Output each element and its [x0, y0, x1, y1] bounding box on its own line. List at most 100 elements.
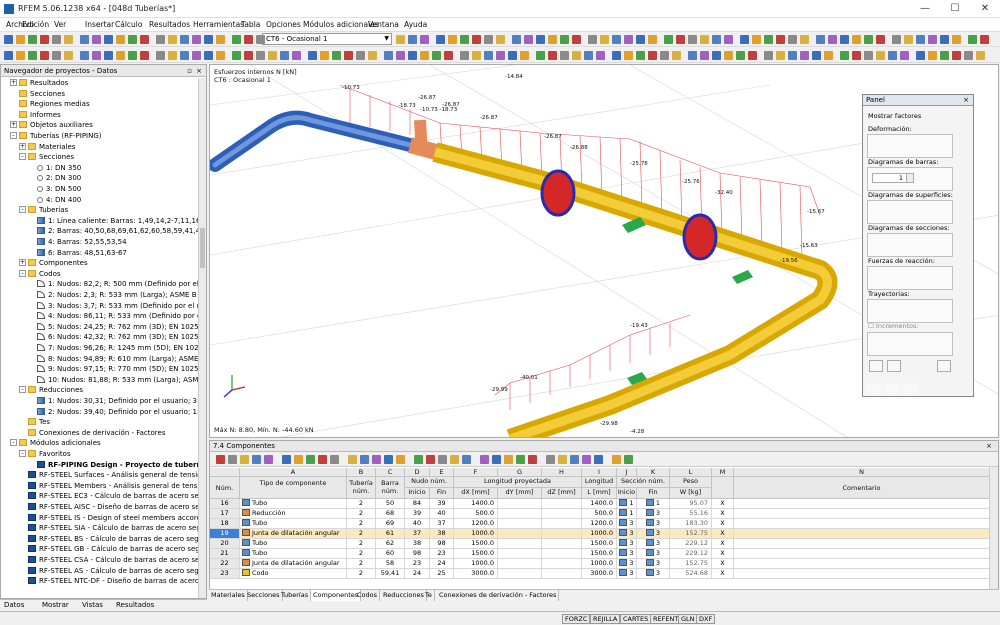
toolbar-button-icon[interactable]: [788, 51, 797, 60]
scroll-thumb[interactable]: [200, 228, 205, 268]
minimize-button[interactable]: —: [910, 0, 940, 18]
length-cell[interactable]: 1500.0: [582, 539, 617, 549]
toolbar-button-icon[interactable]: [676, 35, 685, 44]
table-scrollbar[interactable]: [989, 467, 998, 592]
toolbar-button-icon[interactable]: [776, 51, 785, 60]
component-type-cell[interactable]: Junta de dilatación angular: [240, 559, 347, 569]
toolbar-button-icon[interactable]: [572, 51, 581, 60]
table-toolbar-icon[interactable]: [396, 455, 405, 464]
toolbar-button-icon[interactable]: [4, 35, 13, 44]
section-start-cell[interactable]: 1: [617, 499, 637, 509]
collapse-icon[interactable]: -: [19, 153, 26, 161]
toolbar-button-icon[interactable]: [140, 51, 149, 60]
toolbar-button-icon[interactable]: [496, 35, 505, 44]
toolbar-button-icon[interactable]: [320, 51, 329, 60]
node-start-cell[interactable]: 38: [405, 539, 430, 549]
comment-cell[interactable]: [734, 519, 990, 529]
tree-item[interactable]: 1: Nudos: 82,2; R: 500 mm (Definido por …: [28, 279, 199, 290]
toolbar-button-icon[interactable]: [168, 35, 177, 44]
toolbar-button-icon[interactable]: [800, 35, 809, 44]
tree-item[interactable]: Regiones medias: [10, 99, 90, 110]
spinner-arrows-icon[interactable]: [906, 174, 913, 182]
toolbar-button-icon[interactable]: [736, 51, 745, 60]
tree-item[interactable]: 10: Nudos: 81,88; R: 533 mm (Larga); ASM…: [28, 375, 199, 386]
dz-cell[interactable]: [542, 549, 582, 559]
toolbar-button-icon[interactable]: [420, 35, 429, 44]
collapse-icon[interactable]: -: [10, 132, 17, 139]
navigator-tab[interactable]: Resultados: [116, 601, 154, 609]
node-end-cell[interactable]: 24: [430, 559, 454, 569]
toolbar-button-icon[interactable]: [384, 51, 393, 60]
row-number-cell[interactable]: 23: [210, 569, 240, 579]
comment-cell[interactable]: [734, 529, 990, 539]
section-end-cell[interactable]: 3: [637, 539, 670, 549]
tree-item[interactable]: - Favoritos: [19, 449, 71, 460]
toolbar-button-icon[interactable]: [460, 35, 469, 44]
comment-cell[interactable]: [734, 509, 990, 519]
toolbar-button-icon[interactable]: [520, 51, 529, 60]
row-number-cell[interactable]: 17: [210, 509, 240, 519]
dz-cell[interactable]: [542, 529, 582, 539]
dz-cell[interactable]: [542, 559, 582, 569]
toolbar-button-icon[interactable]: [800, 51, 809, 60]
member-number-cell[interactable]: 59,41: [376, 569, 405, 579]
tree-item[interactable]: - Módulos adicionales: [10, 438, 101, 449]
table-tab[interactable]: Componentes: [311, 590, 362, 601]
toolbar-button-icon[interactable]: [864, 35, 873, 44]
table-toolbar-icon[interactable]: [570, 455, 579, 464]
dy-cell[interactable]: [498, 549, 542, 559]
toolbar-button-icon[interactable]: [964, 51, 973, 60]
toolbar-button-icon[interactable]: [812, 51, 821, 60]
toolbar-button-icon[interactable]: [612, 51, 621, 60]
member-number-cell[interactable]: 62: [376, 539, 405, 549]
toolbar-button-icon[interactable]: [712, 35, 721, 44]
dx-cell[interactable]: 1000.0: [454, 529, 498, 539]
toolbar-button-icon[interactable]: [600, 35, 609, 44]
pin-icon[interactable]: ▫: [187, 65, 192, 77]
node-start-cell[interactable]: 40: [405, 519, 430, 529]
toolbar-button-icon[interactable]: [660, 51, 669, 60]
toolbar-button-icon[interactable]: [928, 51, 937, 60]
navigator-tab[interactable]: Vistas: [82, 601, 103, 609]
component-type-cell[interactable]: Codo: [240, 569, 347, 579]
section-start-cell[interactable]: 3: [617, 519, 637, 529]
toolbar-button-icon[interactable]: [244, 51, 253, 60]
collapse-icon[interactable]: -: [19, 450, 26, 457]
member-number-cell[interactable]: 68: [376, 509, 405, 519]
toolbar-button-icon[interactable]: [584, 51, 593, 60]
table-toolbar-icon[interactable]: [594, 455, 603, 464]
node-start-cell[interactable]: 98: [405, 549, 430, 559]
table-tab[interactable]: Reducciones: [381, 590, 427, 601]
toolbar-button-icon[interactable]: [624, 35, 633, 44]
dx-cell[interactable]: 1500.0: [454, 549, 498, 559]
dy-cell[interactable]: [498, 569, 542, 579]
toolbar-button-icon[interactable]: [572, 35, 581, 44]
toolbar-button-icon[interactable]: [876, 35, 885, 44]
table-toolbar-icon[interactable]: [294, 455, 303, 464]
menu-item[interactable]: Cálculo: [115, 20, 142, 29]
tree-item[interactable]: Tes: [19, 417, 50, 428]
toolbar-button-icon[interactable]: [256, 35, 265, 44]
toolbar-button-icon[interactable]: [216, 35, 225, 44]
toolbar-button-icon[interactable]: [636, 51, 645, 60]
loadcase-select[interactable]: CT6 - Ocasional 1 ▼: [262, 33, 392, 45]
toolbar-button-icon[interactable]: [752, 35, 761, 44]
toolbar-button-icon[interactable]: [484, 35, 493, 44]
toolbar-button-icon[interactable]: [764, 51, 773, 60]
component-type-cell[interactable]: Junta de dilatación angular: [240, 529, 347, 539]
toolbar-button-icon[interactable]: [648, 35, 657, 44]
menu-item[interactable]: Edición: [22, 20, 49, 29]
dy-cell[interactable]: [498, 559, 542, 569]
status-toggle-button[interactable]: FORZC: [562, 614, 591, 624]
node-end-cell[interactable]: 40: [430, 509, 454, 519]
navigator-tab[interactable]: Datos: [4, 601, 24, 609]
panel-tab-results-icon[interactable]: [867, 383, 881, 395]
length-cell[interactable]: 1200.0: [582, 519, 617, 529]
table-toolbar-icon[interactable]: [414, 455, 423, 464]
table-toolbar-icon[interactable]: [318, 455, 327, 464]
dx-cell[interactable]: 1000.0: [454, 559, 498, 569]
tree-item[interactable]: - Tuberías (RF-PIPING): [10, 131, 102, 142]
tree-item[interactable]: RF-STEEL GB - Cálculo de barras de acero…: [19, 544, 199, 555]
tree-item[interactable]: 9: Nudos: 97,15; R: 770 mm (5D); EN 1025…: [28, 364, 199, 375]
component-type-cell[interactable]: Tubo: [240, 499, 347, 509]
